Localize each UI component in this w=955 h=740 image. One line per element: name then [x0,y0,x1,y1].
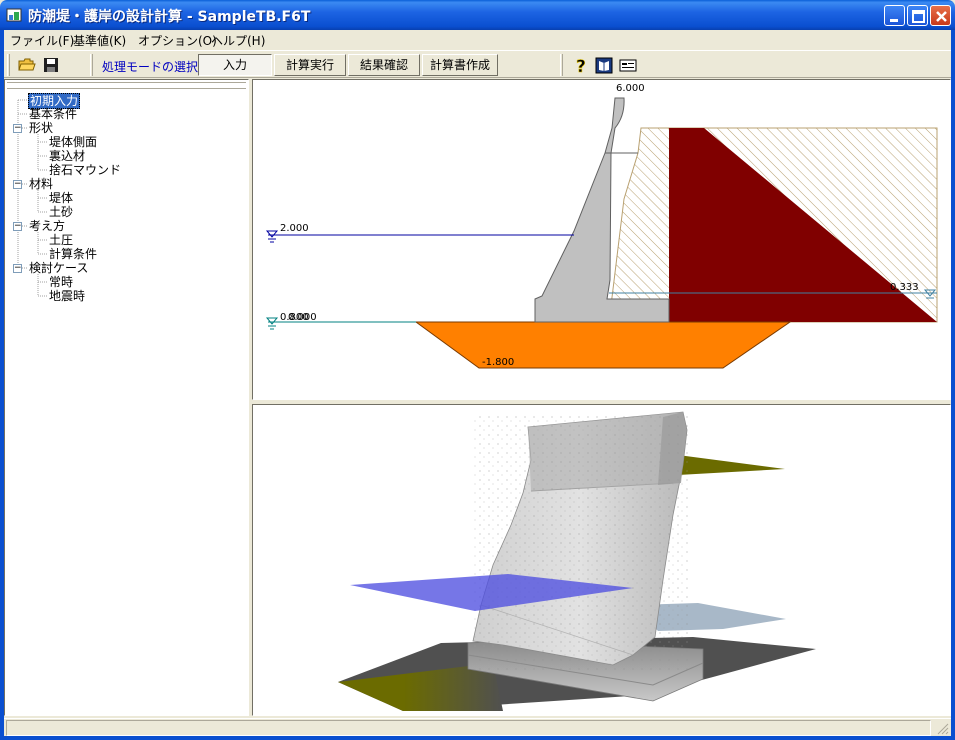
tree-item-levee-side[interactable]: 堤体側面 [49,135,97,149]
tree-collapse-approach[interactable]: − [13,222,22,231]
tree-item-basic-conditions[interactable]: 基本条件 [29,107,77,121]
resize-grip-icon[interactable] [935,721,949,735]
maximize-icon [912,10,925,23]
title-bar: 防潮堤・護岸の設計計算 - SampleTB.F6T [0,0,955,30]
mode-select-label: 処理モードの選択 [102,60,199,74]
tree-item-backfill[interactable]: 裏込材 [49,149,85,163]
app-icon [6,8,22,22]
crest-elevation-label: 6.000 [616,83,645,94]
status-pane [6,720,931,736]
window-title: 防潮堤・護岸の設計計算 - SampleTB.F6T [28,9,311,25]
svg-text:?: ? [576,57,586,75]
save-disk-icon[interactable] [41,55,61,75]
close-icon [936,11,947,22]
window-frame-bottom [0,736,955,740]
tree-item-soil[interactable]: 土砂 [49,205,73,219]
tree-item-approach[interactable]: 考え方 [29,219,65,233]
tree-item-study-cases[interactable]: 検討ケース [29,261,88,275]
tree-collapse-case[interactable]: − [13,264,22,273]
ground-level-marker [265,317,279,330]
mode-input-button[interactable]: 入力 [198,54,272,76]
mode-check-results-button[interactable]: 結果確認 [348,54,420,76]
mode-run-calc-button[interactable]: 計算実行 [274,54,346,76]
water-level-label: 2.000 [280,223,309,234]
tree-item-earth-pressure[interactable]: 土圧 [49,233,73,247]
manual-book-icon[interactable] [594,55,614,75]
tree-item-rubble-mound[interactable]: 捨石マウンド [49,163,121,177]
tree-item-material[interactable]: 材料 [29,177,53,191]
upper-soil-plane [678,455,785,475]
tree-collapse-shape[interactable]: − [13,124,22,133]
tree-connector-lines [17,99,47,297]
help-icon[interactable]: ? [571,55,591,75]
minimize-button[interactable] [884,5,905,26]
info-card-icon[interactable] [618,55,638,75]
3d-model-view[interactable] [252,404,951,716]
mound-bottom-label: -1.800 [482,357,514,368]
menu-file[interactable]: ファイル(F) [10,32,74,49]
minimize-icon [890,19,898,22]
cross-section-view[interactable]: 6.000 2.000 0.800 0.000 -1.800 0.333 [252,79,951,400]
window-frame-right [951,30,955,740]
open-folder-icon[interactable] [17,55,37,75]
menu-options[interactable]: オプション(O) [138,32,217,49]
cross-section-drawing: 6.000 2.000 0.800 0.000 -1.800 0.333 [265,83,938,369]
tree-item-levee-body[interactable]: 堤体 [49,191,73,205]
water-level-marker [265,230,279,243]
menu-bar: ファイル(F) 基準値(K) オプション(O) ヘルプ(H) [4,30,951,50]
rubble-mound [414,321,792,369]
tree-item-shape[interactable]: 形状 [29,121,53,135]
toolbar-grip[interactable] [90,54,93,76]
tree-item-normal[interactable]: 常時 [49,275,73,289]
status-bar [4,718,951,736]
tree-item-earthquake[interactable]: 地震時 [49,289,85,303]
3d-model-render [338,411,816,711]
rear-water-label: 0.333 [890,282,919,293]
maximize-button[interactable] [907,5,928,26]
ground-level-label: 0.000 [288,312,317,323]
close-button[interactable] [930,5,951,26]
tree-item-calc-conditions[interactable]: 計算条件 [49,247,97,261]
mode-create-report-button[interactable]: 計算書作成 [422,54,498,76]
menu-help[interactable]: ヘルプ(H) [211,32,265,49]
menu-standard-values[interactable]: 基準値(K) [73,32,126,49]
tree-collapse-material[interactable]: − [13,180,22,189]
toolbar: 処理モードの選択 入力 計算実行 結果確認 計算書作成 ? [4,50,951,78]
toolbar-grip[interactable] [560,54,563,76]
toolbar-grip[interactable] [7,54,10,76]
input-tree-panel: − − − − 初期入力 基本条件 形状 堤体側面 裏込材 捨石マウンド 材料 … [4,79,249,716]
